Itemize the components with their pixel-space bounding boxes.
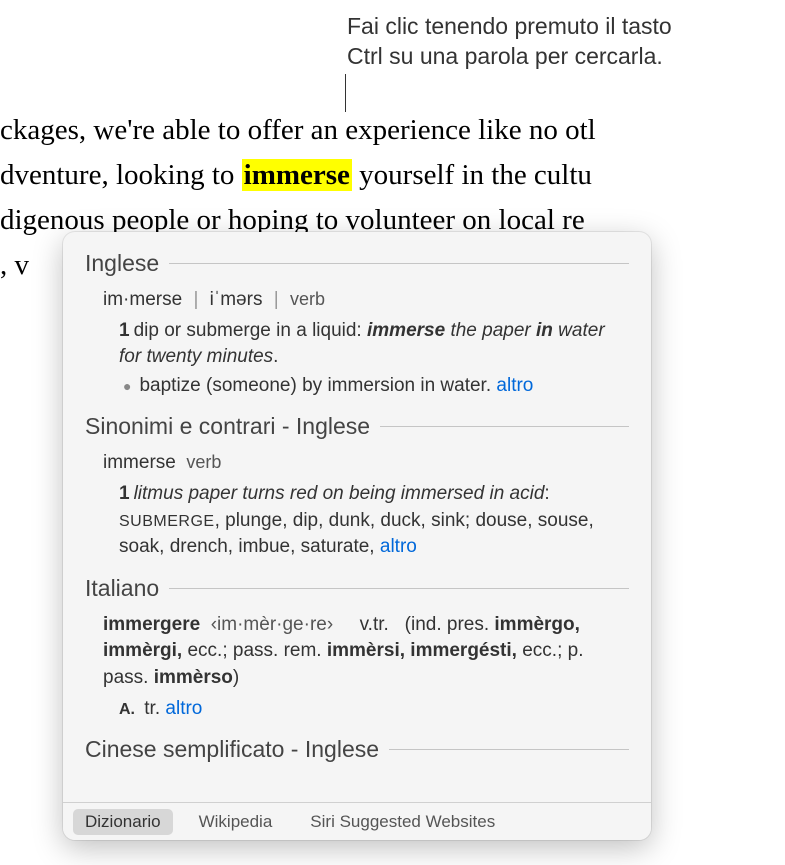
- doc-line-1: ckages, we're able to offer an experienc…: [0, 108, 596, 153]
- headword-thesaurus: immerse: [103, 452, 176, 473]
- highlighted-word[interactable]: immerse: [242, 159, 352, 191]
- section-rule: [389, 749, 629, 750]
- synonym-primary: submerge: [119, 513, 215, 530]
- callout-line2: Ctrl su una parola per cercarla.: [347, 42, 672, 72]
- more-link-english[interactable]: altro: [496, 375, 533, 396]
- section-header-italian: Italiano: [85, 575, 629, 602]
- headword-italian: immergere: [103, 614, 200, 635]
- entry-italian: immergere ‹im·mèr·ge·re› v.tr. (ind. pre…: [85, 612, 629, 722]
- entry-thesaurus: immerse verb 1litmus paper turns red on …: [85, 450, 629, 560]
- sub-definition: ● baptize (someone) by immersion in wate…: [119, 373, 629, 400]
- definition-block-english: 1dip or submerge in a liquid: immerse th…: [103, 318, 629, 400]
- section-rule: [380, 426, 629, 427]
- section-rule: [169, 588, 629, 589]
- doc-line-2: dventure, looking to immerse yourself in…: [0, 153, 596, 198]
- pos-italian: v.tr.: [360, 614, 389, 635]
- section-title-italian: Italiano: [85, 575, 169, 602]
- tab-wikipedia[interactable]: Wikipedia: [187, 809, 285, 835]
- thesaurus-example: litmus paper turns red on being immersed…: [134, 483, 545, 504]
- definition-block-thesaurus: 1litmus paper turns red on being immerse…: [103, 481, 629, 561]
- more-link-thesaurus[interactable]: altro: [380, 536, 417, 557]
- callout-line1: Fai clic tenendo premuto il tasto: [347, 12, 672, 42]
- popover-bottom-bar: Dizionario Wikipedia Siri Suggested Webs…: [63, 802, 651, 840]
- pron-sep: |: [193, 289, 198, 310]
- pos-english: verb: [290, 289, 325, 309]
- italian-sense: A. tr. altro: [103, 696, 629, 723]
- section-header-chinese: Cinese semplificato - Inglese: [85, 736, 629, 763]
- headword-line-english: im·merse | iˈmərs | verb: [103, 287, 629, 314]
- entry-english: im·merse | iˈmərs | verb 1dip or submerg…: [85, 287, 629, 399]
- syllables-italian: ‹im·mèr·ge·re›: [211, 614, 333, 635]
- section-title-thesaurus: Sinonimi e contrari - Inglese: [85, 413, 380, 440]
- def-text: dip or submerge in a liquid:: [134, 320, 367, 341]
- pron-sep: |: [274, 289, 279, 310]
- tab-dictionary[interactable]: Dizionario: [73, 809, 173, 835]
- def-number: 1: [119, 320, 130, 341]
- sense-letter: A.: [119, 701, 135, 718]
- section-title-chinese: Cinese semplificato - Inglese: [85, 736, 389, 763]
- section-title-english: Inglese: [85, 250, 169, 277]
- tab-siri-suggested[interactable]: Siri Suggested Websites: [298, 809, 507, 835]
- pronunciation-english: iˈmərs: [210, 289, 263, 310]
- dictionary-popover: Inglese im·merse | iˈmərs | verb 1dip or…: [63, 232, 651, 840]
- headword-english: im·merse: [103, 289, 182, 310]
- callout-leader-line: [345, 74, 346, 112]
- headword-line-thesaurus: immerse verb: [103, 450, 629, 477]
- callout-instruction: Fai clic tenendo premuto il tasto Ctrl s…: [347, 12, 672, 72]
- popover-content: Inglese im·merse | iˈmərs | verb 1dip or…: [63, 232, 651, 800]
- bullet-icon: ●: [123, 377, 131, 400]
- section-rule: [169, 263, 629, 264]
- more-link-italian[interactable]: altro: [165, 698, 202, 719]
- section-header-english: Inglese: [85, 250, 629, 277]
- italian-headword-line: immergere ‹im·mèr·ge·re› v.tr. (ind. pre…: [103, 612, 629, 692]
- pos-thesaurus: verb: [186, 452, 221, 472]
- def-number: 1: [119, 483, 130, 504]
- section-header-thesaurus: Sinonimi e contrari - Inglese: [85, 413, 629, 440]
